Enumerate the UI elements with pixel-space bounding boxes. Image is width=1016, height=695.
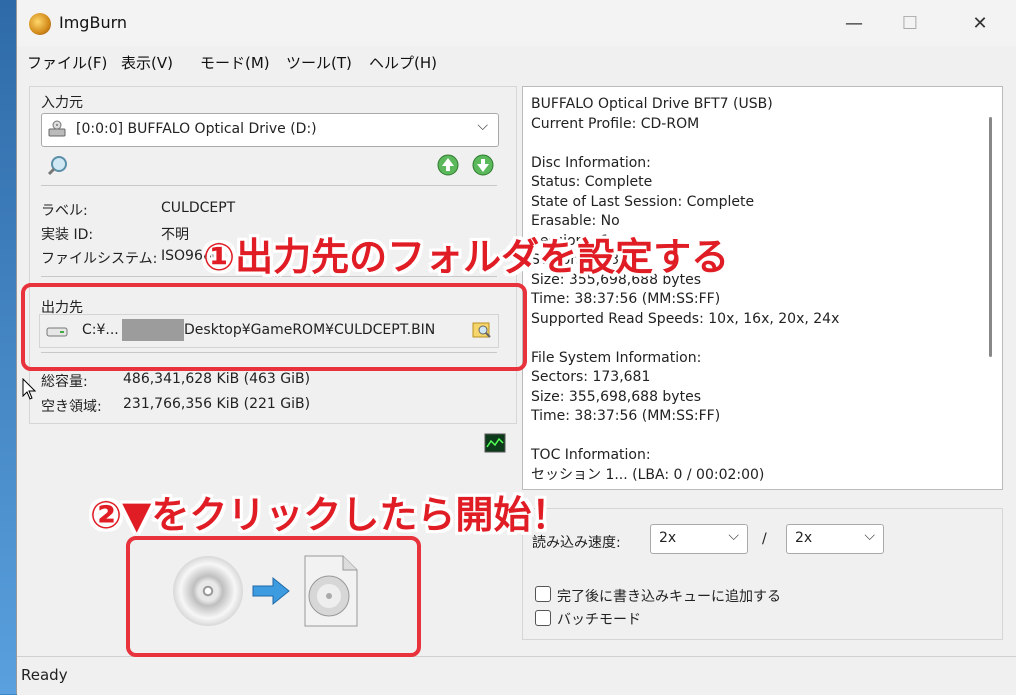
status-text: Ready: [21, 666, 68, 684]
divider: [41, 185, 497, 186]
read-speed-select[interactable]: 2x ⌵: [650, 524, 748, 554]
label-key: ラベル:: [41, 203, 88, 219]
free-space-key: 空き領域:: [41, 399, 102, 415]
menu-file[interactable]: ファイル(F): [27, 52, 107, 73]
write-speed-value: 2x: [795, 530, 813, 546]
add-to-queue-label[interactable]: 完了後に書き込みキューに追加する: [557, 586, 781, 606]
menu-bar: ファイル(F) 表示(V) モード(M) ツール(T) ヘルプ(H): [17, 46, 1016, 76]
graph-data-icon[interactable]: [484, 433, 506, 453]
minimize-button[interactable]: —: [831, 8, 877, 38]
batch-mode-checkbox[interactable]: [535, 610, 551, 626]
chevron-down-icon: ⌵: [728, 528, 739, 544]
mouse-cursor-icon: [22, 377, 37, 400]
source-section-label: 入力元: [41, 95, 83, 111]
source-drive-select[interactable]: [0:0:0] BUFFALO Optical Drive (D:) ⌵: [41, 113, 499, 147]
menu-view[interactable]: 表示(V): [121, 52, 173, 73]
desktop-background: [0, 0, 16, 694]
optical-drive-icon: [48, 120, 66, 138]
annotation-step1-text: ①出力先のフォルダを設定する: [203, 235, 730, 279]
add-to-queue-checkbox[interactable]: [535, 586, 551, 602]
close-button[interactable]: ✕: [957, 8, 1003, 38]
chevron-down-icon: ⌵: [477, 118, 488, 134]
free-space-value: 231,766,356 KiB (221 GiB): [123, 396, 311, 412]
impl-id-key: 実装 ID:: [41, 227, 94, 243]
close-tray-icon[interactable]: [472, 154, 494, 176]
annotation-step2-box: [126, 536, 421, 657]
source-drive-value: [0:0:0] BUFFALO Optical Drive (D:): [76, 121, 317, 137]
imgburn-app-icon: [29, 13, 51, 35]
chevron-down-icon: ⌵: [864, 528, 875, 544]
total-capacity-key: 総容量:: [41, 374, 88, 390]
menu-tools[interactable]: ツール(T): [286, 52, 352, 73]
info-scrollbar[interactable]: [989, 117, 992, 357]
batch-mode-label[interactable]: バッチモード: [557, 609, 641, 629]
annotation-step2-text: ②▼をクリックしたら開始！: [90, 493, 570, 537]
eject-tray-icon[interactable]: [437, 154, 459, 176]
window-title: ImgBurn: [59, 13, 128, 32]
menu-help[interactable]: ヘルプ(H): [369, 52, 437, 73]
disc-info-text: BUFFALO Optical Drive BFT7 (USB) Current…: [531, 96, 840, 483]
status-bar: Ready: [17, 656, 1016, 695]
read-speed-value: 2x: [659, 530, 677, 546]
drive-info-magnifier-icon[interactable]: [47, 154, 69, 176]
title-bar: ImgBurn — ☐ ✕: [17, 0, 1016, 46]
write-speed-select[interactable]: 2x ⌵: [786, 524, 884, 554]
total-capacity-value: 486,341,628 KiB (463 GiB): [123, 371, 311, 387]
filesystem-key: ファイルシステム:: [41, 251, 158, 267]
maximize-button[interactable]: ☐: [887, 8, 933, 38]
annotation-step1-box: [21, 283, 527, 371]
impl-id-value: 不明: [161, 227, 189, 243]
menu-mode[interactable]: モード(M): [200, 52, 270, 73]
speed-separator: /: [762, 531, 767, 547]
disc-info-panel[interactable]: BUFFALO Optical Drive BFT7 (USB) Current…: [522, 86, 1003, 490]
label-value: CULDCEPT: [161, 200, 236, 216]
